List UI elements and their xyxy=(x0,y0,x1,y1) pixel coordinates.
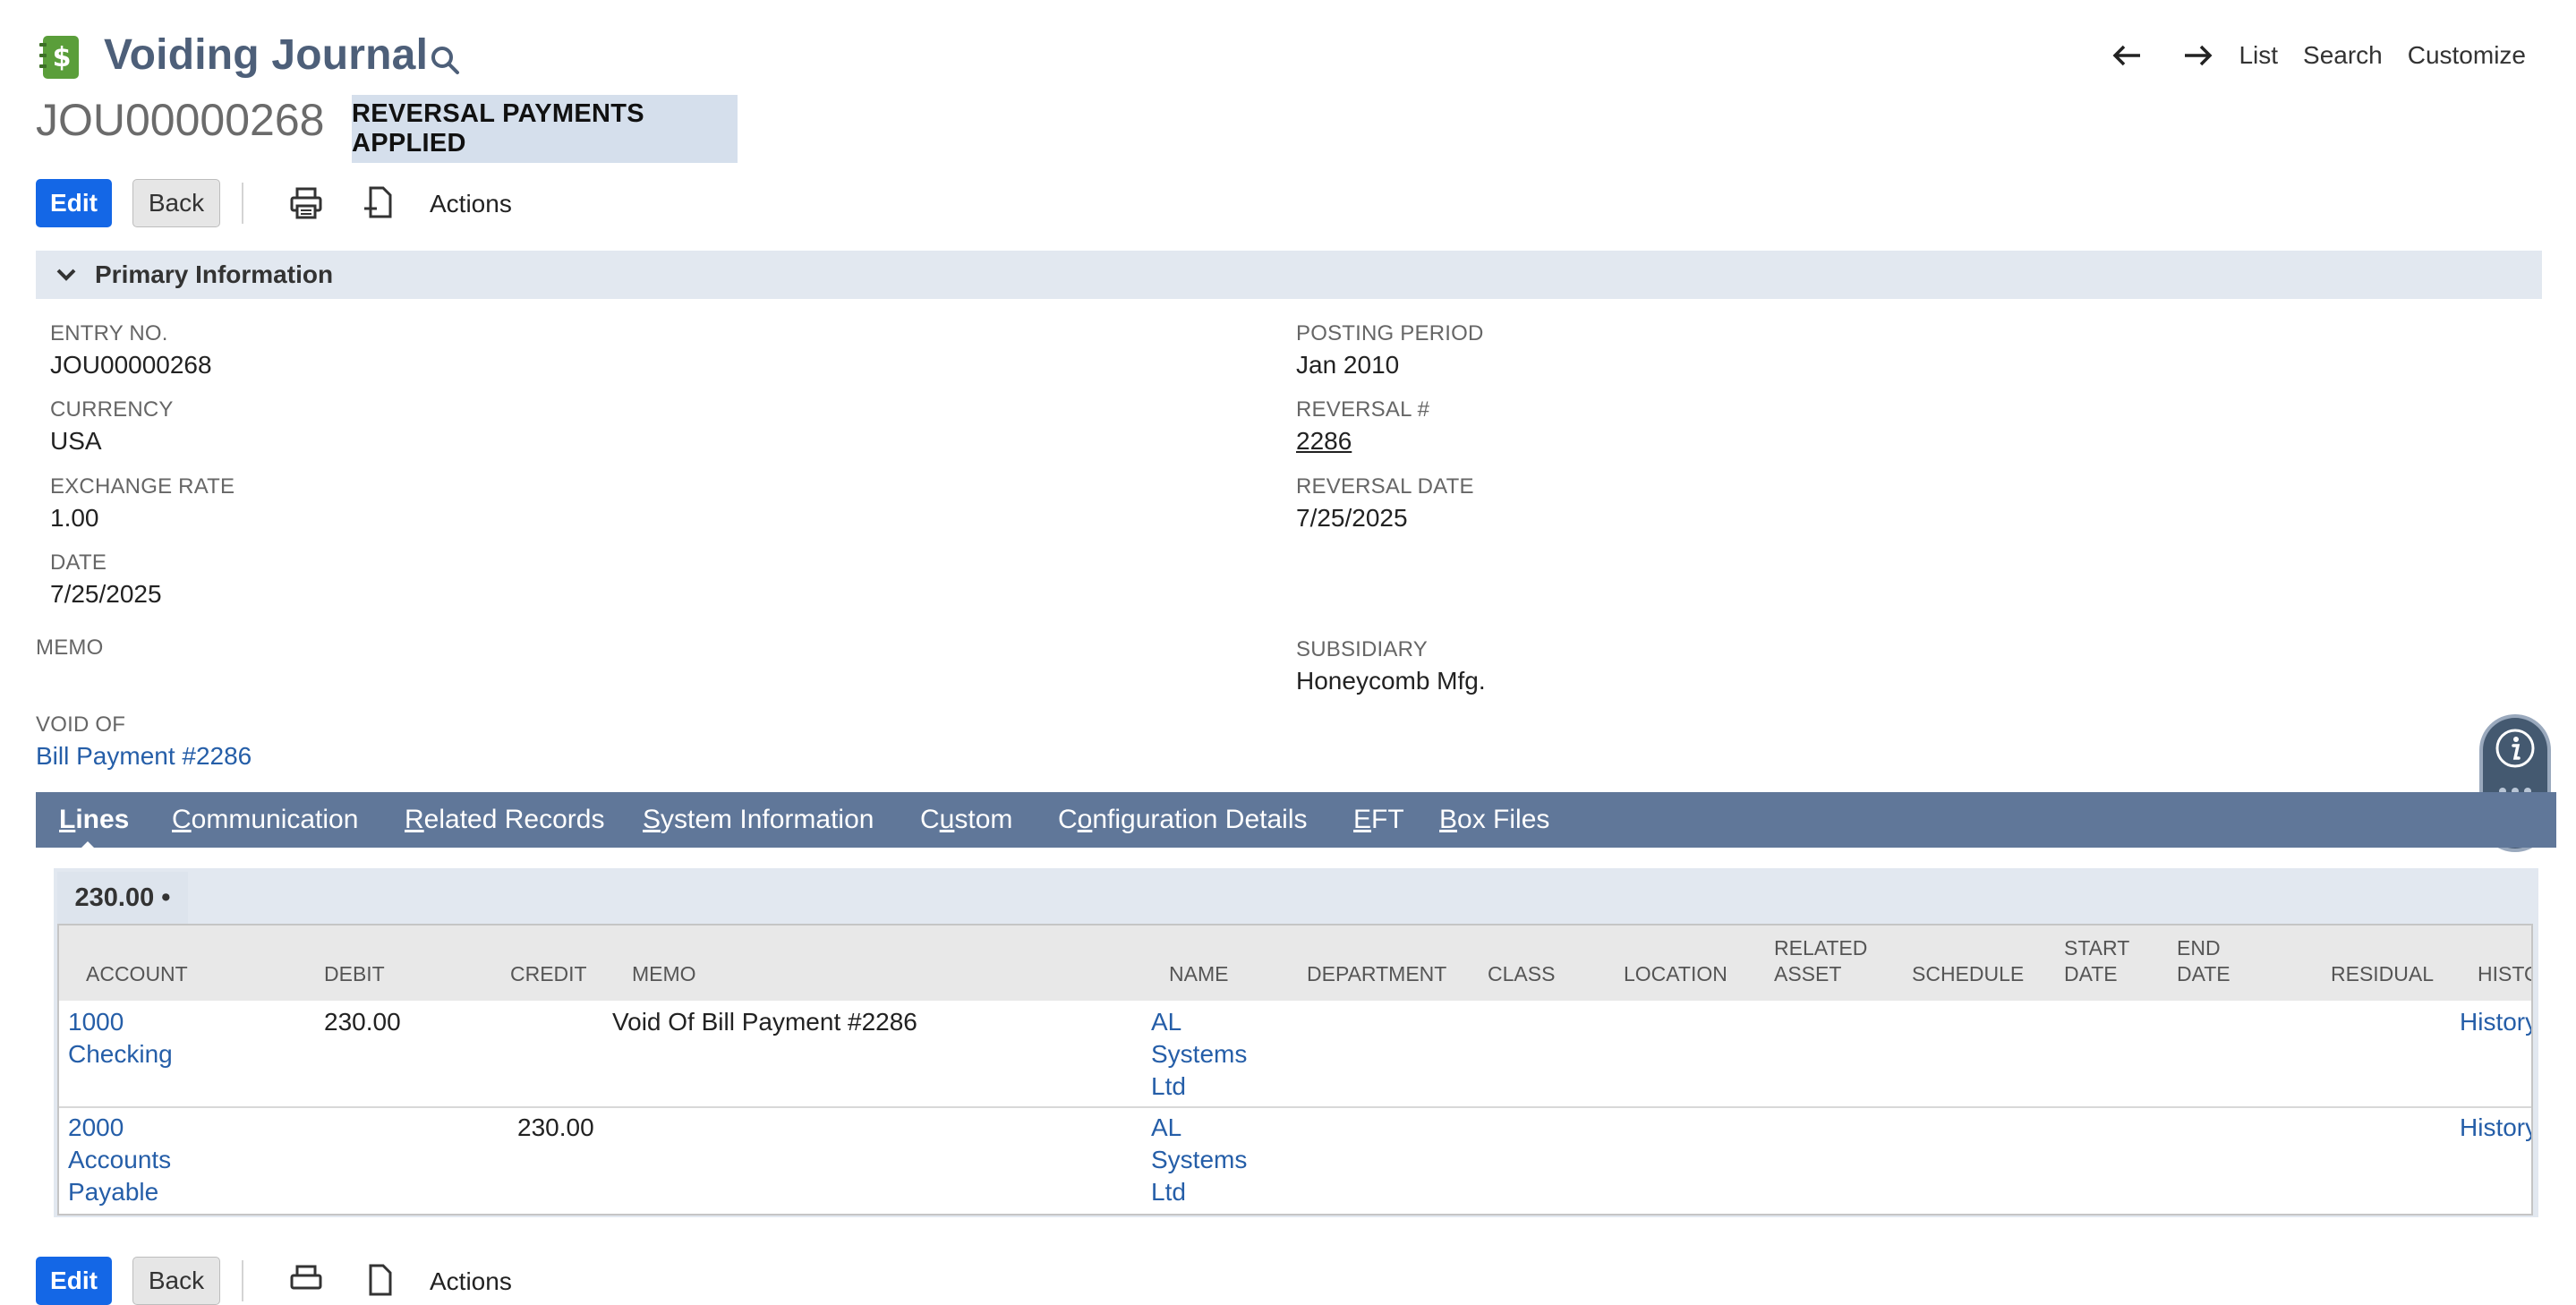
primary-information-header[interactable]: Primary Information xyxy=(36,251,2542,299)
tab-system-information[interactable]: System Information xyxy=(643,792,874,848)
page-title: Voiding Journal xyxy=(104,31,429,79)
edit-button-bottom[interactable]: Edit xyxy=(36,1257,112,1305)
arrow-right-icon[interactable] xyxy=(2181,43,2213,68)
col-related-asset[interactable]: RELATED ASSET xyxy=(1774,935,1867,987)
memo-label: MEMO xyxy=(36,635,104,660)
row-history-link[interactable]: History xyxy=(2460,1006,2531,1038)
col-department[interactable]: DEPARTMENT xyxy=(1307,961,1446,987)
col-location[interactable]: LOCATION xyxy=(1624,961,1727,987)
row-history-link[interactable]: History xyxy=(2460,1112,2531,1144)
col-name[interactable]: NAME xyxy=(1169,961,1228,987)
exchange-rate-value: 1.00 xyxy=(50,504,99,532)
section-title: Primary Information xyxy=(95,260,334,288)
reversal-no-link[interactable]: 2286 xyxy=(1296,427,1352,456)
posting-period-label: POSTING PERIOD xyxy=(1296,321,1484,345)
date-label: DATE xyxy=(50,550,107,575)
col-credit[interactable]: CREDIT xyxy=(510,961,587,987)
info-icon[interactable] xyxy=(2494,727,2537,770)
back-button[interactable]: Back xyxy=(132,179,220,227)
active-tab-indicator xyxy=(75,841,100,854)
reversal-date-value: 7/25/2025 xyxy=(1296,504,1408,532)
row-memo: Void Of Bill Payment #2286 xyxy=(612,1008,917,1036)
new-document-icon[interactable] xyxy=(362,1263,396,1297)
chevron-down-icon xyxy=(56,269,76,281)
tab-box-files[interactable]: Box Files xyxy=(1439,792,1549,848)
row-account-link[interactable]: 2000 Accounts Payable xyxy=(68,1112,171,1208)
customize-link[interactable]: Customize xyxy=(2408,41,2526,70)
back-button-bottom[interactable]: Back xyxy=(132,1257,220,1305)
lines-table: ACCOUNT DEBIT CREDIT MEMO NAME DEPARTMEN… xyxy=(57,924,2533,1215)
reversal-date-label: REVERSAL DATE xyxy=(1296,474,1474,499)
toolbar-divider xyxy=(242,183,243,224)
col-memo[interactable]: MEMO xyxy=(632,961,696,987)
row-account-link[interactable]: 1000 Checking xyxy=(68,1006,173,1070)
col-class[interactable]: CLASS xyxy=(1488,961,1555,987)
reversal-no-label: REVERSAL # xyxy=(1296,397,1430,422)
row-name-link[interactable]: AL Systems Ltd xyxy=(1151,1112,1247,1208)
currency-value: USA xyxy=(50,427,102,455)
search-icon[interactable] xyxy=(428,43,464,79)
print-icon[interactable] xyxy=(289,186,323,220)
actions-menu-bottom[interactable]: Actions xyxy=(430,1267,512,1296)
table-row[interactable]: 2000 Accounts Payable 230.00 AL Systems … xyxy=(59,1108,2531,1214)
svg-text:$: $ xyxy=(53,42,72,73)
search-link[interactable]: Search xyxy=(2303,41,2383,70)
tab-related-records[interactable]: Related Records xyxy=(405,792,604,848)
new-document-icon[interactable] xyxy=(362,185,396,219)
subsidiary-value: Honeycomb Mfg. xyxy=(1296,667,1486,695)
posting-period-value: Jan 2010 xyxy=(1296,351,1400,379)
table-row[interactable]: 1000 Checking 230.00 Void Of Bill Paymen… xyxy=(59,1001,2531,1106)
col-schedule[interactable]: SCHEDULE xyxy=(1912,961,2024,987)
tab-eft[interactable]: E FT xyxy=(1353,792,1404,848)
row-name-link[interactable]: AL Systems Ltd xyxy=(1151,1006,1247,1103)
col-history[interactable]: HISTORY xyxy=(2478,961,2531,987)
exchange-rate-label: EXCHANGE RATE xyxy=(50,474,235,499)
entry-no-label: ENTRY NO. xyxy=(50,321,168,345)
currency-label: CURRENCY xyxy=(50,397,174,422)
tab-custom[interactable]: Cu stom xyxy=(920,792,1012,848)
journal-app-icon: $ xyxy=(39,36,79,79)
record-navigation: List Search Customize xyxy=(2111,41,2526,70)
col-start-date[interactable]: START DATE xyxy=(2064,935,2129,987)
subtotal-tab[interactable]: 230.00 • xyxy=(57,872,188,924)
entry-no-value: JOU00000268 xyxy=(50,351,212,379)
col-debit[interactable]: DEBIT xyxy=(324,961,385,987)
tab-configuration-details[interactable]: Co nfiguration Details xyxy=(1058,792,1308,848)
tab-communication[interactable]: Communication xyxy=(172,792,358,848)
row-debit: 230.00 xyxy=(324,1008,401,1036)
subsidiary-label: SUBSIDIARY xyxy=(1296,637,1428,661)
col-residual[interactable]: RESIDUAL xyxy=(2331,961,2434,987)
actions-menu[interactable]: Actions xyxy=(430,190,512,218)
date-value: 7/25/2025 xyxy=(50,580,162,608)
col-account[interactable]: ACCOUNT xyxy=(86,961,188,987)
record-number: JOU00000268 xyxy=(36,95,325,145)
table-header: ACCOUNT DEBIT CREDIT MEMO NAME DEPARTMEN… xyxy=(59,925,2531,1001)
col-end-date[interactable]: END DATE xyxy=(2177,935,2231,987)
edit-button[interactable]: Edit xyxy=(36,179,112,227)
void-of-label: VOID OF xyxy=(36,712,126,737)
row-credit: 230.00 xyxy=(517,1113,594,1141)
list-link[interactable]: List xyxy=(2239,41,2278,70)
toolbar-divider xyxy=(242,1260,243,1301)
subtab-bar: Lines Communication Related Records Syst… xyxy=(36,792,2556,848)
void-of-link[interactable]: Bill Payment #2286 xyxy=(36,742,252,771)
print-icon[interactable] xyxy=(289,1264,323,1298)
tab-lines[interactable]: Lines xyxy=(59,792,129,848)
status-badge: REVERSAL PAYMENTS APPLIED xyxy=(352,95,738,163)
arrow-left-icon[interactable] xyxy=(2111,43,2144,68)
